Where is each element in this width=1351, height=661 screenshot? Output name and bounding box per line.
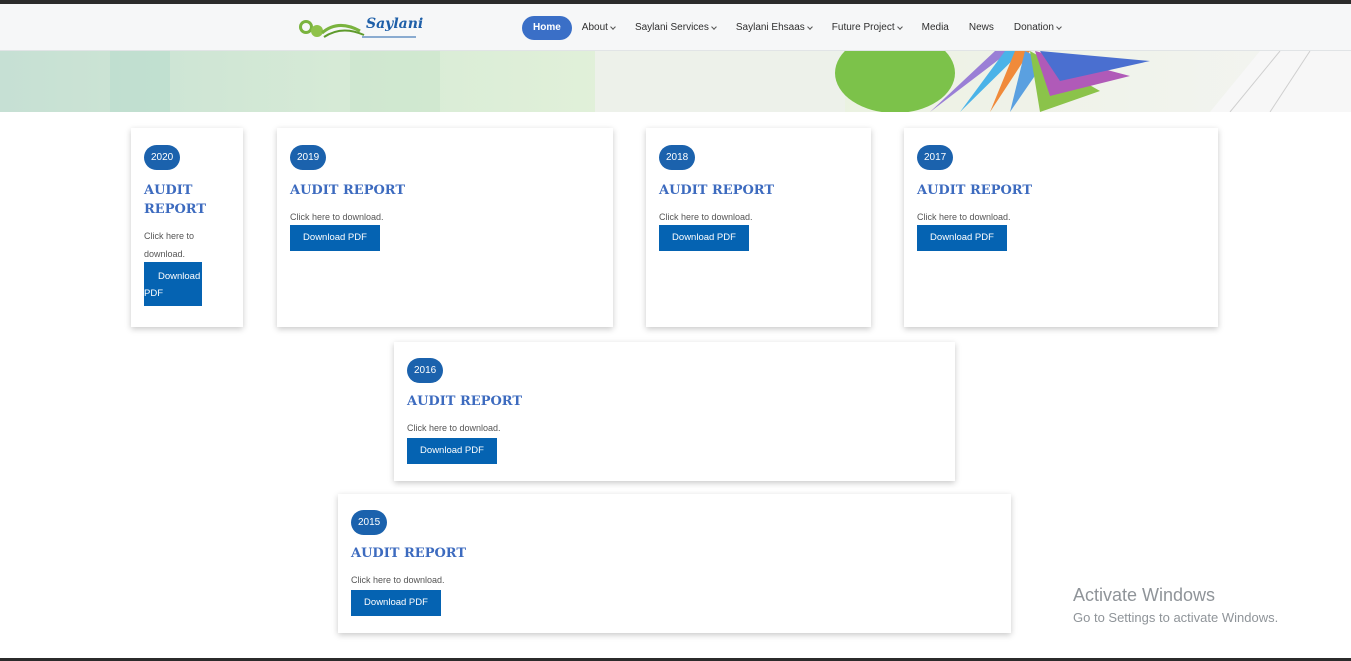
nav-ehsaas-label: Saylani Ehsaas: [735, 22, 805, 33]
watermark-subtitle: Go to Settings to activate Windows.: [1073, 610, 1279, 625]
report-description: Click here to download.: [144, 231, 195, 259]
report-description: Click here to download.: [407, 423, 501, 433]
year-badge: 2016: [407, 358, 444, 383]
nav-donation[interactable]: Donation: [1004, 16, 1071, 40]
nav-media[interactable]: Media: [912, 16, 959, 40]
report-title: AUDIT REPORT: [659, 183, 775, 198]
report-description: Click here to download.: [351, 575, 445, 585]
report-title: AUDIT REPORT: [351, 546, 467, 561]
report-title: AUDIT REPORT: [144, 183, 207, 217]
report-card-2015: 2015 AUDIT REPORT Click here to download…: [338, 494, 1011, 633]
nav-news[interactable]: News: [959, 16, 1004, 40]
logo-text: Saylani: [366, 16, 424, 32]
nav-future-project[interactable]: Future Project: [822, 16, 912, 40]
year-badge: 2020: [144, 145, 181, 170]
nav-about[interactable]: About: [572, 16, 625, 40]
report-card-2016: 2016 AUDIT REPORT Click here to download…: [394, 342, 955, 481]
chevron-down-icon: [610, 23, 616, 30]
nav-home-label: Home: [533, 22, 561, 33]
watermark-title: Activate Windows: [1073, 585, 1216, 605]
year-badge: 2015: [351, 510, 388, 535]
nav-saylani-ehsaas[interactable]: Saylani Ehsaas: [726, 16, 822, 40]
main-nav: Home About Saylani Services Saylani Ehsa…: [522, 16, 1071, 40]
report-title: AUDIT REPORT: [290, 183, 406, 198]
download-pdf-button[interactable]: Download PDF: [144, 262, 202, 306]
chevron-down-icon: [1056, 23, 1062, 30]
nav-home[interactable]: Home: [522, 16, 572, 40]
year-badge: 2017: [917, 145, 954, 170]
report-description: Click here to download.: [659, 212, 753, 222]
report-card-2020: 2020 AUDIT REPORT Click here to download…: [131, 128, 243, 327]
page-banner: [0, 51, 1351, 112]
report-title: AUDIT REPORT: [917, 183, 1033, 198]
download-pdf-button[interactable]: Download PDF: [917, 225, 1007, 251]
nav-about-label: About: [581, 22, 608, 33]
download-pdf-button[interactable]: Download PDF: [659, 225, 749, 251]
report-card-2018: 2018 AUDIT REPORT Click here to download…: [646, 128, 871, 327]
download-pdf-button[interactable]: Download PDF: [290, 225, 380, 251]
nav-saylani-services[interactable]: Saylani Services: [625, 16, 726, 40]
activate-windows-watermark: Activate Windows Go to Settings to activ…: [1073, 584, 1278, 628]
top-navbar: Saylani Home About Saylani Services Sayl…: [0, 4, 1351, 51]
banner-graphic: [110, 51, 1351, 112]
nav-services-label: Saylani Services: [634, 22, 709, 33]
year-badge: 2019: [290, 145, 327, 170]
download-pdf-label: Download PDF: [144, 271, 201, 299]
download-pdf-button[interactable]: Download PDF: [407, 438, 497, 464]
report-description: Click here to download.: [917, 212, 1011, 222]
year-badge: 2018: [659, 145, 696, 170]
report-description: Click here to download.: [290, 212, 384, 222]
saylani-logo[interactable]: Saylani: [298, 13, 424, 43]
report-card-2019: 2019 AUDIT REPORT Click here to download…: [277, 128, 613, 327]
nav-news-label: News: [968, 22, 994, 33]
chevron-down-icon: [806, 23, 813, 30]
report-card-2017: 2017 AUDIT REPORT Click here to download…: [904, 128, 1218, 327]
download-pdf-button[interactable]: Download PDF: [351, 590, 441, 616]
chevron-down-icon: [711, 23, 717, 30]
nav-donation-label: Donation: [1013, 22, 1054, 33]
nav-future-label: Future Project: [831, 22, 895, 33]
nav-media-label: Media: [921, 22, 949, 33]
chevron-down-icon: [896, 23, 903, 30]
report-title: AUDIT REPORT: [407, 394, 523, 409]
